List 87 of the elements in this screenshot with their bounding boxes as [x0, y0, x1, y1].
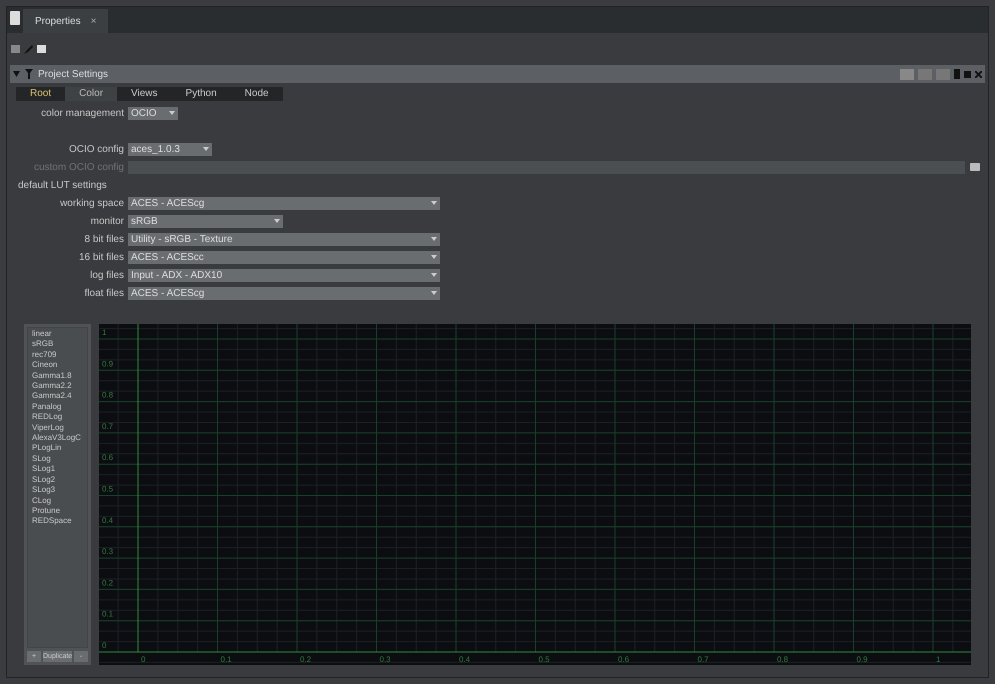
- close-icon[interactable]: [975, 70, 982, 78]
- x-axis-label: 0.2: [300, 655, 312, 664]
- tab[interactable]: Python: [172, 87, 231, 101]
- x-axis-label: 0.4: [459, 655, 470, 664]
- field-label: working space: [59, 196, 125, 210]
- list-item[interactable]: REDSpace: [32, 516, 84, 527]
- x-axis-label: 0.7: [698, 655, 709, 664]
- dropdown[interactable]: ACES - ACEScg: [128, 286, 440, 300]
- list-item[interactable]: Panalog: [32, 402, 84, 412]
- field-label: monitor: [90, 214, 125, 228]
- caret-icon: [431, 291, 437, 295]
- dropdown[interactable]: ACES - ACEScc: [128, 250, 440, 264]
- list-item[interactable]: sRGB: [32, 339, 84, 350]
- x-axis-label: 0.1: [220, 655, 232, 664]
- y-axis-label: 1: [102, 328, 107, 337]
- dropdown[interactable]: sRGB: [128, 214, 283, 228]
- list-item[interactable]: SLog2: [32, 474, 84, 486]
- x-axis-label: 0.6: [618, 655, 630, 664]
- x-axis-label: 0.3: [380, 655, 391, 664]
- settings-icon: [24, 68, 34, 80]
- list-item[interactable]: AlexaV3LogC: [32, 433, 84, 444]
- y-axis-label: 0.7: [102, 422, 114, 431]
- caret-icon: [203, 147, 209, 151]
- caret-icon: [431, 237, 437, 241]
- color-swatch-button[interactable]: [936, 68, 950, 80]
- caret-icon: [431, 255, 437, 259]
- list-item[interactable]: REDLog: [32, 412, 84, 423]
- y-axis-label: 0.4: [102, 516, 114, 525]
- color-swatch-button[interactable]: [918, 68, 932, 80]
- list-item[interactable]: PLogLin: [32, 443, 84, 454]
- list-item[interactable]: Gamma2.2: [32, 381, 84, 392]
- y-axis-label: 0.6: [102, 453, 114, 462]
- y-axis-label: 0.8: [102, 390, 114, 400]
- y-axis-label: 0.1: [102, 610, 114, 619]
- list-item[interactable]: rec709: [32, 350, 84, 360]
- x-axis-label: 0.9: [856, 655, 868, 664]
- dropdown[interactable]: Utility - sRGB - Texture: [128, 232, 440, 246]
- app-icon: [10, 11, 20, 26]
- field-label: 16 bit files: [78, 250, 125, 264]
- list-item[interactable]: Gamma2.4: [32, 391, 84, 402]
- x-axis-label: 0.8: [777, 655, 788, 664]
- list-item[interactable]: Gamma1.8: [32, 370, 84, 382]
- field-label: float files: [84, 286, 125, 300]
- collapse-toggle[interactable]: [13, 71, 20, 77]
- dropdown[interactable]: ACES - ACEScg: [128, 196, 440, 210]
- caret-icon: [169, 111, 175, 115]
- dropdown[interactable]: Input - ADX - ADX10: [128, 268, 440, 282]
- field-label: log files: [89, 268, 125, 282]
- folder-icon[interactable]: [970, 163, 980, 171]
- list-item[interactable]: SLog3: [32, 485, 84, 496]
- list-item[interactable]: ViperLog: [32, 422, 84, 434]
- list-item[interactable]: SLog1: [32, 464, 84, 475]
- list-item[interactable]: CLog: [32, 496, 84, 506]
- field-label: 8 bit files: [84, 232, 125, 246]
- caret-icon: [431, 201, 437, 205]
- caret-icon: [431, 273, 437, 277]
- field-label: color management: [40, 106, 125, 120]
- x-axis-label: 0: [141, 655, 146, 664]
- curve-editor[interactable]: 0 0.1 0.2 0.3 0.4 0.5 0.6 0.7 0.8 0.9 1 1 0.9 0.8 0.7 0.6 0.5 0.4 0.3 0.2 0.1 0: [99, 324, 972, 665]
- color-swatch-button[interactable]: [900, 68, 914, 80]
- y-axis-label: 0.5: [102, 484, 114, 494]
- list-item[interactable]: Protune: [32, 506, 84, 516]
- x-axis-label: 0.5: [538, 655, 550, 664]
- tab[interactable]: Color: [65, 87, 118, 101]
- square-icon[interactable]: [37, 45, 46, 54]
- list-item[interactable]: linear: [32, 329, 84, 340]
- y-axis-label: 0.9: [102, 359, 114, 368]
- dropdown[interactable]: aces_1.0.3: [128, 142, 212, 156]
- dropdown[interactable]: OCIO: [128, 106, 178, 120]
- tab[interactable]: Root: [16, 87, 66, 101]
- x-axis-label: 1: [936, 655, 941, 664]
- field-label: custom OCIO config: [32, 160, 125, 174]
- list-item[interactable]: Cineon: [32, 360, 84, 371]
- maximize-icon[interactable]: [964, 70, 971, 78]
- pen-icon[interactable]: [24, 44, 33, 54]
- close-icon[interactable]: ×: [90, 14, 96, 29]
- y-axis-label: 0.3: [102, 547, 114, 556]
- section-label: default LUT settings: [18, 178, 107, 192]
- list-item[interactable]: SLog: [32, 454, 84, 464]
- y-axis-label: 0: [102, 641, 107, 650]
- y-axis-label: 0.2: [102, 578, 114, 588]
- field-label: OCIO config: [68, 142, 125, 156]
- tab[interactable]: Views: [117, 87, 172, 101]
- panel-tab[interactable]: Properties ×: [23, 9, 108, 34]
- caret-icon: [274, 219, 280, 223]
- node-title: Project Settings: [38, 68, 108, 82]
- tab[interactable]: Node: [230, 87, 283, 101]
